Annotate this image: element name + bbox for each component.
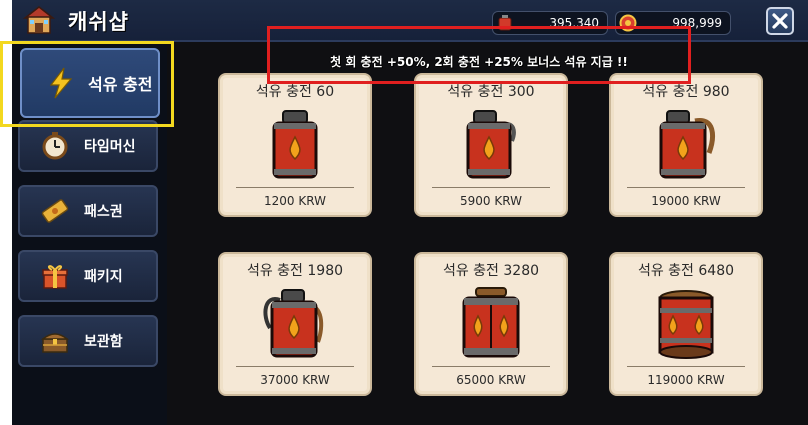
- product-price: 1200 KRW: [264, 194, 326, 208]
- product-title: 석유 충전 300: [447, 84, 535, 100]
- sidebar-item-oil-charge[interactable]: 석유 충전: [20, 48, 160, 118]
- product-price: 37000 KRW: [260, 373, 330, 387]
- oil-jerrycan-icon: [466, 110, 516, 179]
- treasure-chest-icon: [40, 333, 70, 353]
- close-button[interactable]: [766, 7, 794, 35]
- product-title: 석유 충전 3280: [442, 263, 540, 279]
- sidebar-item-package[interactable]: 패키지: [18, 250, 158, 302]
- product-card[interactable]: 석유 충전 980 19000 KRW: [609, 73, 763, 217]
- card-divider: [627, 366, 745, 367]
- card-divider: [236, 187, 354, 188]
- product-price: 19000 KRW: [651, 194, 721, 208]
- product-card[interactable]: 석유 충전 6480 119000 KRW: [609, 252, 763, 396]
- product-art: [432, 105, 550, 183]
- product-title: 석유 충전 60: [255, 84, 335, 100]
- shop-sidebar: 석유 충전 타임머신 패스권 패키지 보관함: [12, 42, 167, 425]
- oil-jerrycan-icon: [659, 110, 715, 179]
- card-divider: [236, 366, 354, 367]
- card-divider: [627, 187, 745, 188]
- close-icon: [772, 13, 788, 29]
- product-card[interactable]: 석유 충전 3280 65000 KRW: [414, 252, 568, 396]
- oil-jerrycan-icon: [263, 289, 324, 358]
- product-price: 119000 KRW: [647, 373, 725, 387]
- card-divider: [432, 366, 550, 367]
- product-card[interactable]: 석유 충전 300 5900 KRW: [414, 73, 568, 217]
- sidebar-item-label: 패스권: [84, 204, 123, 220]
- product-grid: 석유 충전 60 1200 KRW 석유 충전 300 5900 KRW 석유 …: [172, 42, 808, 425]
- product-art: [627, 284, 745, 362]
- card-divider: [432, 187, 550, 188]
- ticket-icon: [41, 199, 69, 223]
- sidebar-item-label: 석유 충전: [88, 75, 153, 94]
- product-title: 석유 충전 980: [642, 84, 730, 100]
- sidebar-item-storage[interactable]: 보관함: [18, 315, 158, 367]
- product-price: 5900 KRW: [460, 194, 522, 208]
- sidebar-item-label: 타임머신: [84, 139, 136, 155]
- product-art: [432, 284, 550, 362]
- bonus-banner-text: 첫 회 충전 +50%, 2회 충전 +25% 보너스 석유 지급 !!: [330, 55, 628, 69]
- bonus-banner: 첫 회 충전 +50%, 2회 충전 +25% 보너스 석유 지급 !!: [267, 26, 691, 84]
- lightning-icon: [49, 67, 73, 99]
- cash-shop-window: 캐쉬샵 395,340 998,999 석유 충전 타임머신 패스권 패키지 보…: [12, 0, 808, 425]
- sidebar-item-time-machine[interactable]: 타임머신: [18, 120, 158, 172]
- product-art: [627, 105, 745, 183]
- product-art: [236, 105, 354, 183]
- oil-jerrycan-icon: [272, 110, 318, 179]
- sidebar-item-pass[interactable]: 패스권: [18, 185, 158, 237]
- gift-box-icon: [42, 265, 68, 289]
- product-price: 65000 KRW: [456, 373, 526, 387]
- product-title: 석유 충전 1980: [246, 263, 344, 279]
- page-title: 캐쉬샵: [68, 10, 129, 34]
- sidebar-item-label: 보관함: [84, 334, 123, 350]
- product-card[interactable]: 석유 충전 60 1200 KRW: [218, 73, 372, 217]
- oil-barrel-icon: [658, 290, 714, 359]
- product-art: [236, 284, 354, 362]
- sidebar-item-label: 패키지: [84, 269, 123, 285]
- clock-icon: [42, 132, 68, 160]
- product-title: 석유 충전 6480: [637, 263, 735, 279]
- product-card[interactable]: 석유 충전 1980 37000 KRW: [218, 252, 372, 396]
- shop-house-icon: [22, 6, 56, 34]
- oil-jerrycan-icon: [462, 287, 520, 358]
